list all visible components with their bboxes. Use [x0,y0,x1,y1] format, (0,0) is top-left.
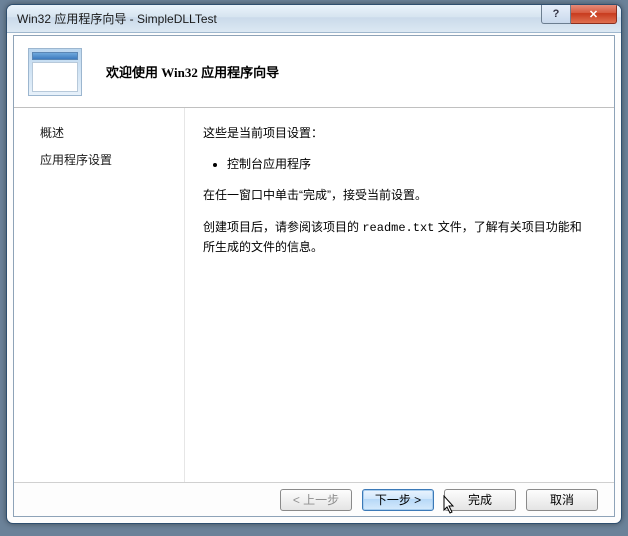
readme-text: 创建项目后，请参阅该项目的 readme.txt 文件，了解有关项目功能和所生成… [203,218,590,257]
close-button[interactable]: ✕ [571,5,617,24]
client-area: 欢迎使用 Win32 应用程序向导 概述 应用程序设置 这些是当前项目设置： 控… [13,35,615,517]
intro-text: 这些是当前项目设置： [203,124,590,143]
back-button: < 上一步 [280,489,352,511]
wizard-body: 概述 应用程序设置 这些是当前项目设置： 控制台应用程序 在任一窗口中单击“完成… [14,108,614,482]
wizard-footer: < 上一步 下一步 > 完成 取消 [14,482,614,516]
window-buttons: ? ✕ [541,5,617,24]
settings-list: 控制台应用程序 [203,155,590,174]
help-button[interactable]: ? [541,5,571,24]
sidebar-item-overview[interactable]: 概述 [40,124,174,141]
list-item: 控制台应用程序 [227,155,590,174]
titlebar: Win32 应用程序向导 - SimpleDLLTest ? ✕ [7,5,621,33]
instruction-text: 在任一窗口中单击“完成”，接受当前设置。 [203,186,590,205]
readme-filename: readme.txt [362,221,434,235]
wizard-header: 欢迎使用 Win32 应用程序向导 [14,36,614,108]
cancel-button[interactable]: 取消 [526,489,598,511]
window-title: Win32 应用程序向导 - SimpleDLLTest [17,10,217,27]
next-button[interactable]: 下一步 > [362,489,434,511]
sidebar: 概述 应用程序设置 [14,108,184,482]
sidebar-item-appsettings[interactable]: 应用程序设置 [40,151,174,168]
wizard-icon [28,48,82,96]
finish-button[interactable]: 完成 [444,489,516,511]
wizard-heading: 欢迎使用 Win32 应用程序向导 [106,62,279,81]
wizard-window: Win32 应用程序向导 - SimpleDLLTest ? ✕ 欢迎使用 Wi… [6,4,622,524]
content-pane: 这些是当前项目设置： 控制台应用程序 在任一窗口中单击“完成”，接受当前设置。 … [184,108,614,482]
